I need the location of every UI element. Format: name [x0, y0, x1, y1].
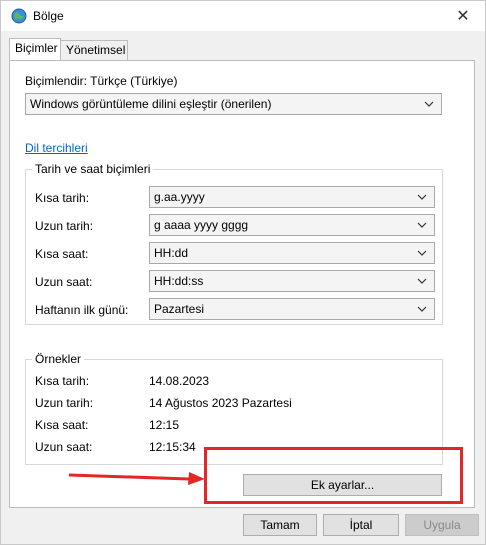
close-icon[interactable]: ✕	[441, 1, 485, 31]
example-long-time-value: 12:15:34	[149, 440, 196, 454]
tab-formats[interactable]: Biçimler	[9, 38, 61, 60]
long-date-dropdown[interactable]: g aaaa yyyy gggg	[149, 214, 435, 236]
long-time-dropdown[interactable]: HH:dd:ss	[149, 270, 435, 292]
chevron-down-icon	[416, 187, 428, 207]
red-arrow-icon	[68, 472, 205, 485]
cancel-button[interactable]: İptal	[323, 514, 399, 536]
format-dropdown[interactable]: Windows görüntüleme dilini eşleştir (öne…	[25, 93, 442, 115]
format-label: Biçimlendir: Türkçe (Türkiye)	[25, 74, 178, 88]
chevron-down-icon	[416, 271, 428, 291]
short-time-label: Kısa saat:	[35, 247, 89, 261]
short-date-label: Kısa tarih:	[35, 191, 90, 205]
chevron-down-icon	[416, 299, 428, 319]
tab-administrative[interactable]: Yönetimsel	[60, 40, 128, 60]
language-preferences-link[interactable]: Dil tercihleri	[25, 141, 88, 155]
example-short-time-label: Kısa saat:	[35, 418, 89, 432]
long-time-label: Uzun saat:	[35, 275, 93, 289]
highlight-box	[204, 447, 463, 504]
example-long-date-label: Uzun tarih:	[35, 396, 94, 410]
first-day-value: Pazartesi	[154, 302, 205, 316]
datetime-formats-group: Tarih ve saat biçimleri Kısa tarih: g.aa…	[25, 162, 443, 325]
short-date-value: g.aa.yyyy	[154, 190, 205, 204]
example-short-time-value: 12:15	[149, 418, 180, 432]
format-dropdown-value: Windows görüntüleme dilini eşleştir (öne…	[30, 97, 272, 111]
first-day-dropdown[interactable]: Pazartesi	[149, 298, 435, 320]
formats-panel: Biçimlendir: Türkçe (Türkiye) Windows gö…	[9, 60, 475, 508]
datetime-group-title: Tarih ve saat biçimleri	[32, 162, 154, 176]
globe-icon	[11, 8, 27, 24]
first-day-label: Haftanın ilk günü:	[35, 303, 129, 317]
chevron-down-icon	[423, 94, 435, 114]
example-short-date-value: 14.08.2023	[149, 374, 210, 388]
long-date-label: Uzun tarih:	[35, 219, 94, 233]
long-time-value: HH:dd:ss	[154, 274, 204, 288]
region-dialog: Bölge ✕ Biçimler Yönetimsel Biçimlendir:…	[0, 0, 486, 545]
examples-group-title: Örnekler	[32, 352, 85, 366]
ok-button[interactable]: Tamam	[243, 514, 317, 536]
example-long-time-label: Uzun saat:	[35, 440, 93, 454]
short-date-dropdown[interactable]: g.aa.yyyy	[149, 186, 435, 208]
long-date-value: g aaaa yyyy gggg	[154, 218, 249, 232]
apply-button[interactable]: Uygula	[405, 514, 479, 536]
chevron-down-icon	[416, 243, 428, 263]
short-time-value: HH:dd	[154, 246, 189, 260]
title-bar: Bölge ✕	[1, 1, 485, 31]
example-long-date-value: 14 Ağustos 2023 Pazartesi	[149, 396, 292, 410]
example-short-date-label: Kısa tarih:	[35, 374, 90, 388]
short-time-dropdown[interactable]: HH:dd	[149, 242, 435, 264]
chevron-down-icon	[416, 215, 428, 235]
window-title: Bölge	[33, 9, 64, 23]
